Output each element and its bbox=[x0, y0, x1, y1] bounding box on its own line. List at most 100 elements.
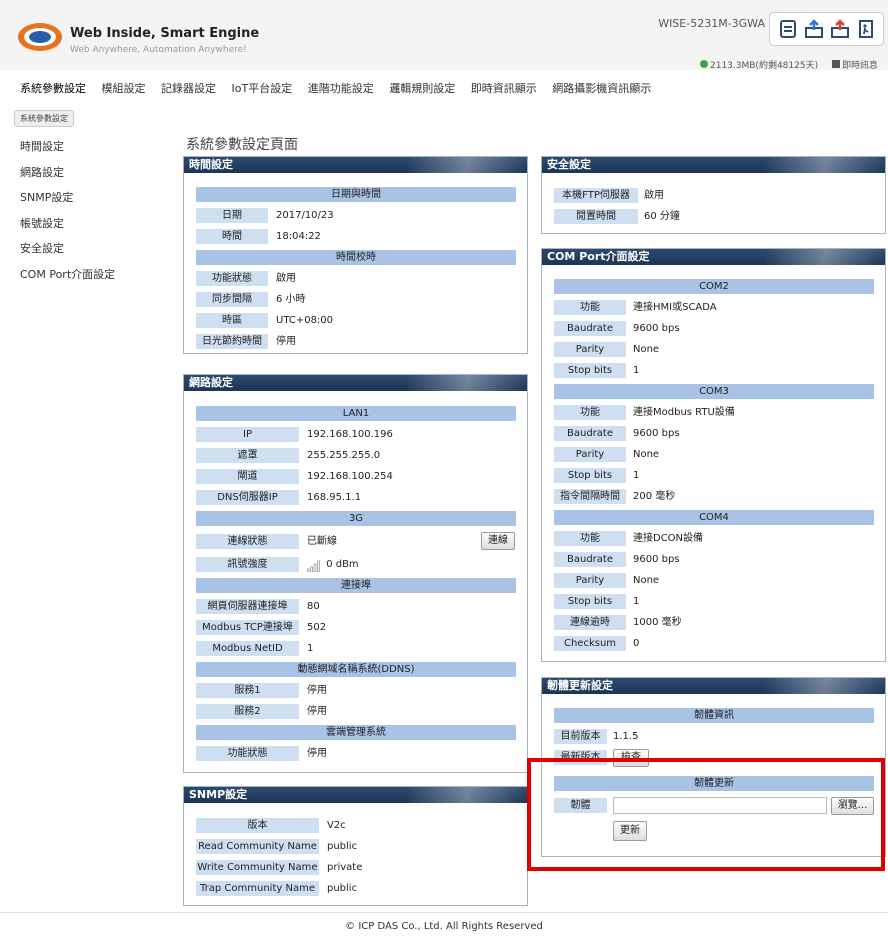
web-port-value: 80 bbox=[307, 601, 320, 612]
panel-title: 網路設定 bbox=[189, 376, 233, 389]
menu-item-realtime[interactable]: 即時資訊顯示 bbox=[471, 82, 537, 95]
export-icon[interactable] bbox=[829, 18, 851, 40]
com4-function-label: 功能 bbox=[554, 531, 626, 546]
section-com3: COM3 bbox=[554, 384, 874, 399]
panel-title: 韌體更新設定 bbox=[547, 679, 613, 692]
app-root: Web Inside, Smart Engine Web Anywhere, A… bbox=[0, 0, 888, 941]
network-settings-panel: 網路設定 LAN1 IP 192.168.100.196 遮罩 255.255.… bbox=[183, 374, 528, 773]
upload-icon[interactable] bbox=[803, 18, 825, 40]
com2-stopbits-label: Stop bits bbox=[554, 363, 626, 378]
com4-stopbits-value: 1 bbox=[633, 596, 640, 607]
com3-baudrate-label: Baudrate bbox=[554, 426, 626, 441]
menu-item-camera[interactable]: 網路攝影機資訊顯示 bbox=[552, 82, 651, 95]
sync-status-value: 啟用 bbox=[276, 273, 296, 284]
main-menu: 系統參數設定 模組設定 記錄器設定 IoT平台設定 進階功能設定 邏輯規則設定 … bbox=[20, 80, 663, 96]
idle-time-label: 閒置時間 bbox=[554, 209, 638, 224]
netid-value: 1 bbox=[307, 643, 314, 654]
company-logo bbox=[17, 22, 63, 52]
header: Web Inside, Smart Engine Web Anywhere, A… bbox=[0, 0, 888, 71]
section-cloud: 雲端管理系統 bbox=[196, 725, 516, 740]
dst-label: 日光節約時間 bbox=[196, 334, 268, 349]
realtime-info-link[interactable]: 即時訊息 bbox=[832, 58, 878, 71]
com3-parity-value: None bbox=[633, 449, 660, 460]
security-settings-panel: 安全設定 本機FTP伺服器 啟用 閒置時間 60 分鐘 bbox=[541, 156, 886, 234]
sidebar: 時間設定 網路設定 SNMP設定 帳號設定 安全設定 COM Port介面設定 bbox=[20, 140, 160, 293]
tcp-port-label: Modbus TCP連接埠 bbox=[196, 620, 299, 635]
timezone-label: 時區 bbox=[196, 313, 268, 328]
ip-value: 192.168.100.196 bbox=[307, 429, 393, 440]
mask-value: 255.255.255.0 bbox=[307, 450, 381, 461]
panel-title: SNMP設定 bbox=[189, 788, 248, 801]
write-community-label: Write Community Name bbox=[196, 860, 319, 875]
panel-title: COM Port介面設定 bbox=[547, 250, 650, 263]
com3-function-label: 功能 bbox=[554, 405, 626, 420]
sidebar-item-snmp[interactable]: SNMP設定 bbox=[20, 191, 160, 217]
panel-header: 網路設定 bbox=[184, 375, 527, 391]
header-toolbar bbox=[769, 12, 884, 46]
ip-label: IP bbox=[196, 427, 299, 442]
com2-function-label: 功能 bbox=[554, 300, 626, 315]
date-label: 日期 bbox=[196, 208, 268, 223]
sidebar-item-security[interactable]: 安全設定 bbox=[20, 242, 160, 268]
panel-header: 安全設定 bbox=[542, 157, 885, 173]
dns-value: 168.95.1.1 bbox=[307, 492, 362, 503]
com2-parity-label: Parity bbox=[554, 342, 626, 357]
snmp-version-value: V2c bbox=[327, 820, 346, 831]
sidebar-item-com[interactable]: COM Port介面設定 bbox=[20, 268, 160, 294]
service1-value: 停用 bbox=[307, 685, 327, 696]
com2-parity-value: None bbox=[633, 344, 660, 355]
com4-baudrate-value: 9600 bps bbox=[633, 554, 680, 565]
connect-button[interactable]: 連線 bbox=[481, 532, 515, 550]
document-icon[interactable] bbox=[777, 18, 799, 40]
sidebar-item-account[interactable]: 帳號設定 bbox=[20, 217, 160, 243]
section-com2: COM2 bbox=[554, 279, 874, 294]
com4-baudrate-label: Baudrate bbox=[554, 552, 626, 567]
menu-item-module[interactable]: 模組設定 bbox=[102, 82, 146, 95]
highlight-box bbox=[527, 758, 885, 871]
read-community-label: Read Community Name bbox=[196, 839, 319, 854]
footer-divider bbox=[0, 912, 888, 913]
brand-title: Web Inside, Smart Engine bbox=[70, 26, 260, 41]
timezone-value: UTC+08:00 bbox=[276, 315, 334, 326]
menu-item-system[interactable]: 系統參數設定 bbox=[20, 82, 86, 95]
service2-value: 停用 bbox=[307, 706, 327, 717]
write-community-value: private bbox=[327, 862, 363, 873]
dst-value: 停用 bbox=[276, 336, 296, 347]
gateway-label: 閘道 bbox=[196, 469, 299, 484]
sidebar-item-time[interactable]: 時間設定 bbox=[20, 140, 160, 166]
menu-item-iot[interactable]: IoT平台設定 bbox=[232, 82, 293, 95]
menu-item-advanced[interactable]: 進階功能設定 bbox=[308, 82, 374, 95]
panel-header: COM Port介面設定 bbox=[542, 249, 885, 265]
com3-cmd-interval-label: 指令間隔時間 bbox=[554, 489, 626, 504]
com3-stopbits-label: Stop bits bbox=[554, 468, 626, 483]
storage-text: 2113.3MB(約剩48125天) bbox=[710, 61, 819, 71]
ftp-server-value: 啟用 bbox=[644, 190, 664, 201]
signal-bars-icon bbox=[306, 560, 323, 573]
com4-checksum-label: Checksum bbox=[554, 636, 626, 651]
web-port-label: 網頁伺服器連接埠 bbox=[196, 599, 299, 614]
connection-status-label: 連線狀態 bbox=[196, 534, 299, 549]
storage-icon bbox=[700, 60, 708, 68]
section-date-time: 日期與時間 bbox=[196, 187, 516, 202]
sidebar-item-network[interactable]: 網路設定 bbox=[20, 166, 160, 192]
page-title: 系統參數設定頁面 bbox=[186, 137, 298, 153]
service2-label: 服務2 bbox=[196, 704, 299, 719]
ftp-server-label: 本機FTP伺服器 bbox=[554, 188, 638, 203]
panel-header: 韌體更新設定 bbox=[542, 678, 885, 694]
sync-interval-value: 6 小時 bbox=[276, 294, 306, 305]
section-ddns: 動態網域名稱系統(DDNS) bbox=[196, 662, 516, 677]
com4-timeout-label: 連線逾時 bbox=[554, 615, 626, 630]
com4-parity-value: None bbox=[633, 575, 660, 586]
section-time-sync: 時間校時 bbox=[196, 250, 516, 265]
menu-item-logger[interactable]: 記錄器設定 bbox=[161, 82, 216, 95]
panel-title: 時間設定 bbox=[189, 158, 233, 171]
com3-baudrate-value: 9600 bps bbox=[633, 428, 680, 439]
logout-icon[interactable] bbox=[855, 18, 877, 40]
breadcrumb: 系統參數設定 bbox=[14, 110, 74, 127]
connection-status-value: 已斷線 bbox=[307, 536, 337, 547]
time-value: 18:04:22 bbox=[276, 231, 321, 242]
menu-item-logic[interactable]: 邏輯規則設定 bbox=[389, 82, 455, 95]
com3-parity-label: Parity bbox=[554, 447, 626, 462]
date-value: 2017/10/23 bbox=[276, 210, 334, 221]
footer-copyright: © ICP DAS Co., Ltd. All Rights Reserved bbox=[345, 921, 543, 932]
